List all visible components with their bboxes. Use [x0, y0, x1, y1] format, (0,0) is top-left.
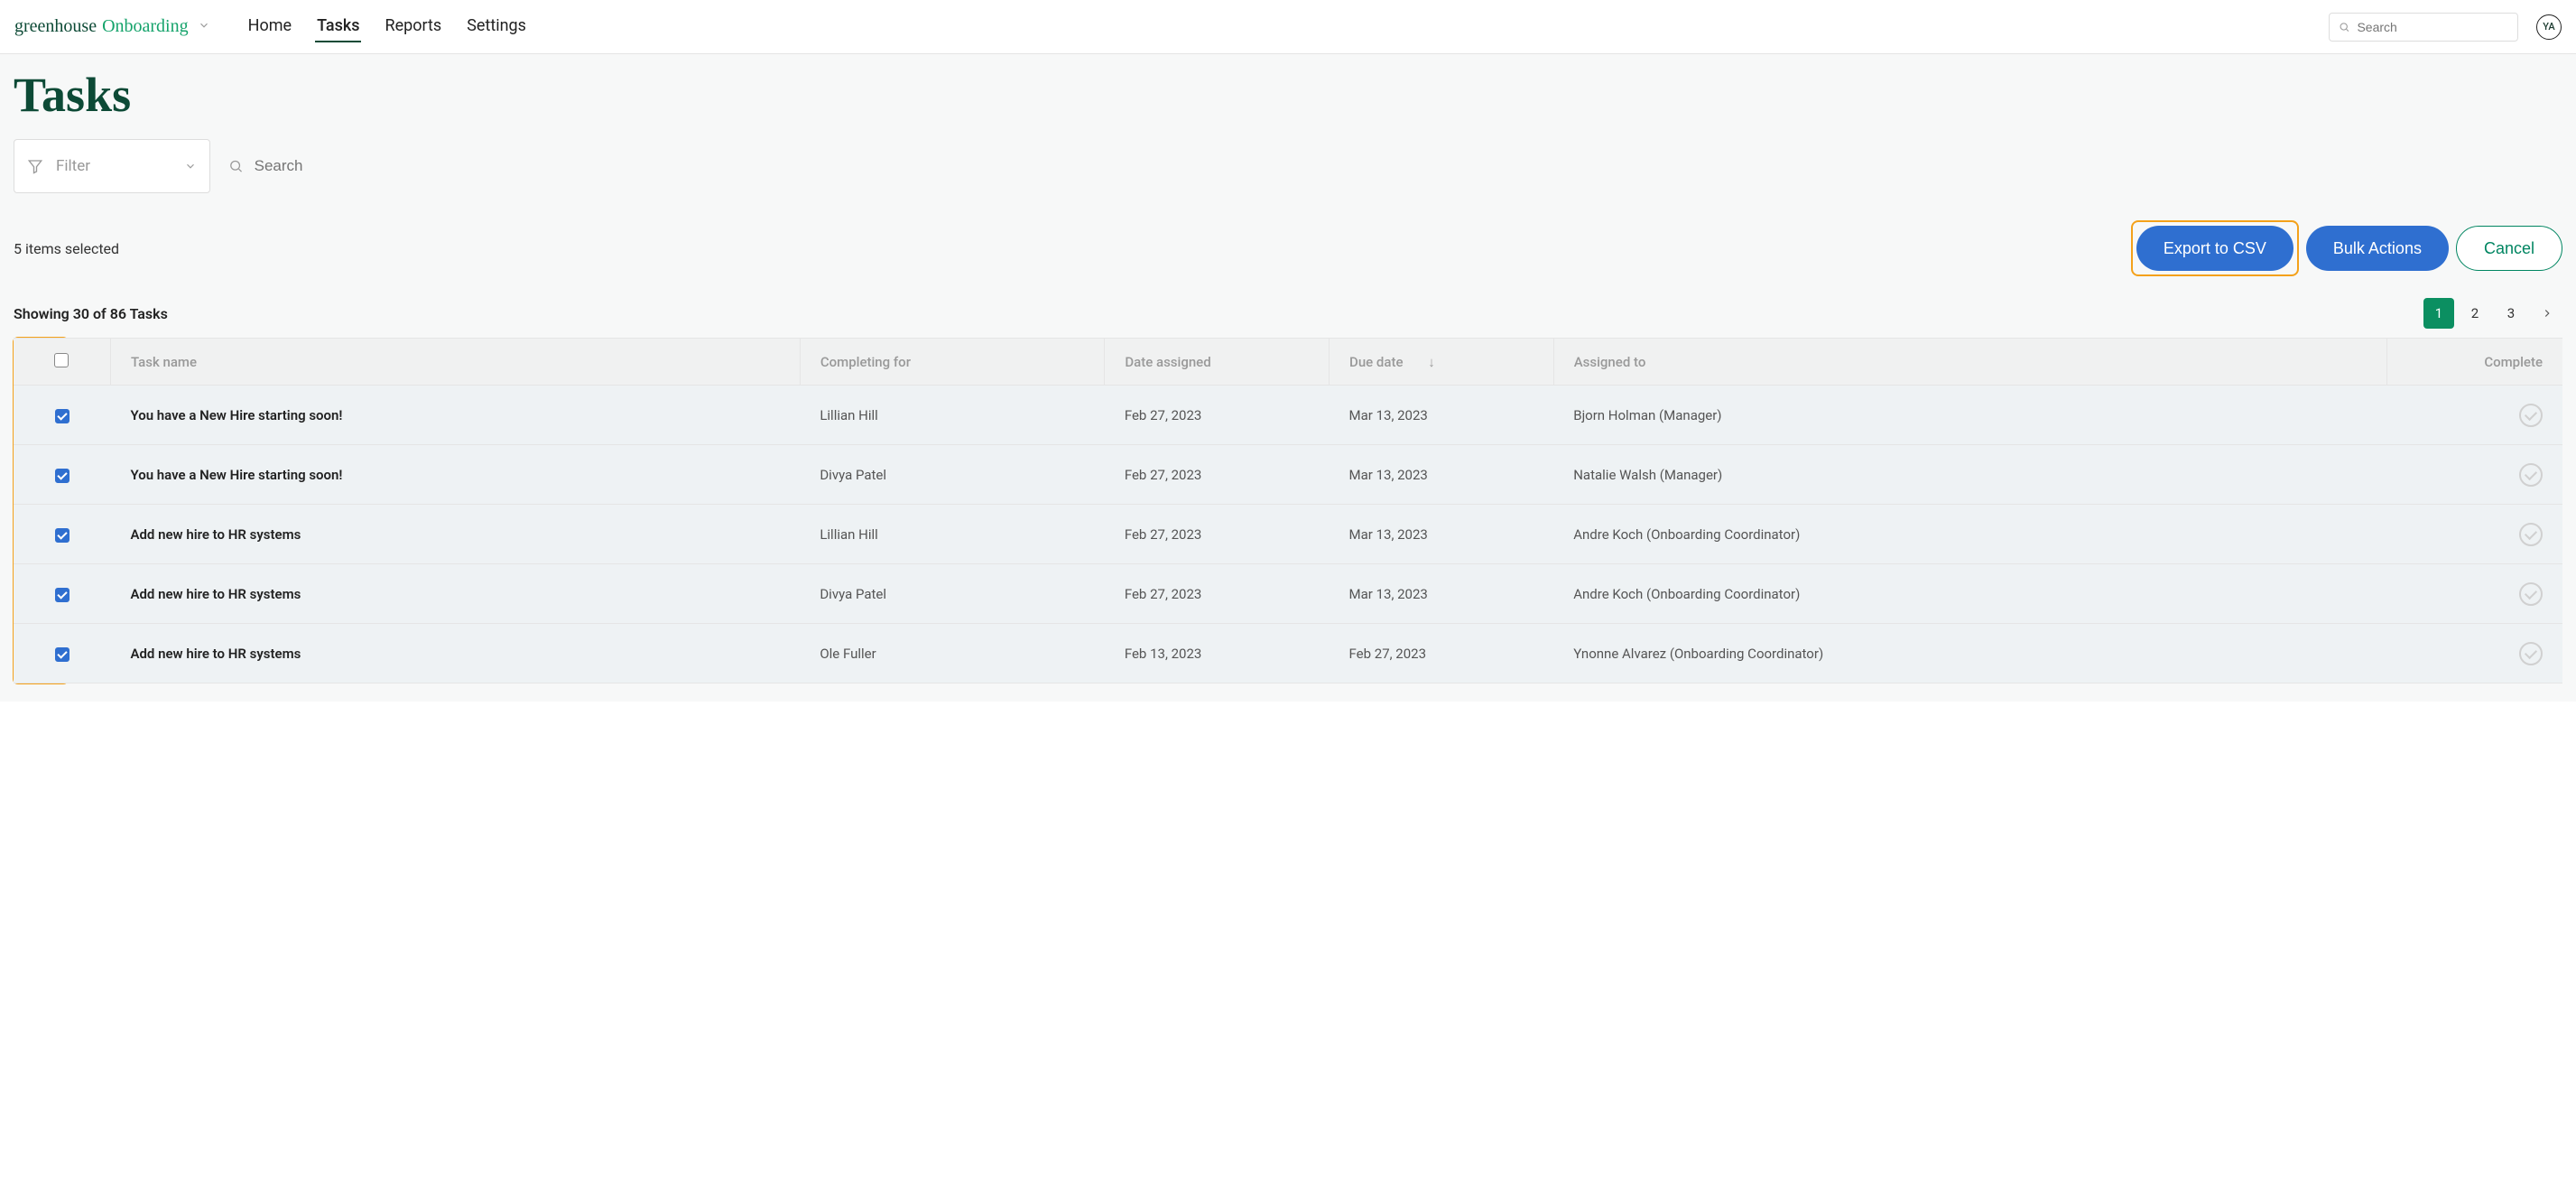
cell-completing-for: Ole Fuller: [800, 624, 1105, 683]
action-buttons: Export to CSV Bulk Actions Cancel: [2131, 220, 2562, 276]
filter-row: Filter: [14, 139, 2562, 193]
chevron-down-icon: [198, 19, 210, 32]
cell-assigned-to: Natalie Walsh (Manager): [1553, 445, 2387, 505]
cell-date-assigned: Feb 27, 2023: [1105, 386, 1330, 445]
export-csv-button[interactable]: Export to CSV: [2136, 226, 2293, 271]
chevron-down-icon: [184, 160, 197, 172]
table-row: You have a New Hire starting soon! Lilli…: [14, 386, 2562, 445]
global-search[interactable]: [2329, 13, 2518, 42]
table-row: You have a New Hire starting soon! Divya…: [14, 445, 2562, 505]
brand-greenhouse: greenhouse: [14, 16, 97, 37]
action-row: 5 items selected Export to CSV Bulk Acti…: [14, 220, 2562, 276]
row-checkbox[interactable]: [55, 647, 69, 662]
cell-date-assigned: Feb 27, 2023: [1105, 505, 1330, 564]
cell-due-date: Mar 13, 2023: [1330, 386, 1554, 445]
cell-assigned-to: Ynonne Alvarez (Onboarding Coordinator): [1553, 624, 2387, 683]
table-row: Add new hire to HR systems Divya Patel F…: [14, 564, 2562, 624]
header-due-date-label: Due date: [1349, 354, 1403, 370]
cell-task-name[interactable]: You have a New Hire starting soon!: [110, 445, 800, 505]
cell-date-assigned: Feb 27, 2023: [1105, 445, 1330, 505]
nav-reports[interactable]: Reports: [383, 11, 443, 42]
cell-due-date: Mar 13, 2023: [1330, 505, 1554, 564]
sort-down-icon: ↓: [1428, 354, 1435, 370]
global-search-input[interactable]: [2357, 20, 2508, 34]
cell-completing-for: Divya Patel: [800, 445, 1105, 505]
nav-home[interactable]: Home: [246, 11, 293, 42]
page-2[interactable]: 2: [2460, 298, 2490, 329]
page: Tasks Filter 5 items selected Export to …: [0, 54, 2576, 702]
row-checkbox[interactable]: [55, 588, 69, 602]
cell-task-name[interactable]: You have a New Hire starting soon!: [110, 386, 800, 445]
filter-label: Filter: [56, 157, 175, 175]
table-wrap: Task name Completing for Date assigned D…: [14, 338, 2562, 683]
header-due-date[interactable]: Due date ↓: [1330, 339, 1554, 386]
search-icon: [228, 158, 244, 174]
items-selected-label: 5 items selected: [14, 240, 119, 257]
chevron-right-icon: [2541, 307, 2553, 320]
header-assigned-to[interactable]: Assigned to: [1553, 339, 2387, 386]
results-row: Showing 30 of 86 Tasks 1 2 3: [14, 298, 2562, 329]
table-row: Add new hire to HR systems Lillian Hill …: [14, 505, 2562, 564]
cell-assigned-to: Andre Koch (Onboarding Coordinator): [1553, 564, 2387, 624]
cell-completing-for: Lillian Hill: [800, 386, 1105, 445]
showing-label: Showing 30 of 86 Tasks: [14, 305, 168, 322]
brand: greenhouse Onboarding: [14, 16, 210, 37]
row-checkbox[interactable]: [55, 409, 69, 423]
header-complete[interactable]: Complete: [2387, 339, 2562, 386]
cell-due-date: Feb 27, 2023: [1330, 624, 1554, 683]
brand-switcher-caret[interactable]: [198, 16, 210, 37]
complete-toggle[interactable]: [2519, 523, 2543, 546]
table-row: Add new hire to HR systems Ole Fuller Fe…: [14, 624, 2562, 683]
row-checkbox[interactable]: [55, 528, 69, 543]
cell-date-assigned: Feb 27, 2023: [1105, 564, 1330, 624]
complete-toggle[interactable]: [2519, 463, 2543, 487]
cell-due-date: Mar 13, 2023: [1330, 445, 1554, 505]
cell-date-assigned: Feb 13, 2023: [1105, 624, 1330, 683]
complete-toggle[interactable]: [2519, 642, 2543, 665]
row-checkbox[interactable]: [55, 469, 69, 483]
select-all-checkbox[interactable]: [54, 353, 69, 367]
header-task-name[interactable]: Task name: [110, 339, 800, 386]
complete-toggle[interactable]: [2519, 582, 2543, 606]
brand-onboarding: Onboarding: [102, 16, 189, 37]
cell-assigned-to: Bjorn Holman (Manager): [1553, 386, 2387, 445]
table-header-row: Task name Completing for Date assigned D…: [14, 339, 2562, 386]
cell-due-date: Mar 13, 2023: [1330, 564, 1554, 624]
page-search-input[interactable]: [255, 157, 571, 175]
complete-toggle[interactable]: [2519, 404, 2543, 427]
top-nav: greenhouse Onboarding Home Tasks Reports…: [0, 0, 2576, 54]
cell-assigned-to: Andre Koch (Onboarding Coordinator): [1553, 505, 2387, 564]
page-3[interactable]: 3: [2496, 298, 2526, 329]
cell-task-name[interactable]: Add new hire to HR systems: [110, 505, 800, 564]
export-highlight: Export to CSV: [2131, 220, 2299, 276]
filter-icon: [27, 158, 43, 174]
cell-completing-for: Divya Patel: [800, 564, 1105, 624]
nav-settings[interactable]: Settings: [465, 11, 528, 42]
search-icon: [2339, 21, 2349, 33]
filter-dropdown[interactable]: Filter: [14, 139, 210, 193]
cell-completing-for: Lillian Hill: [800, 505, 1105, 564]
page-search[interactable]: [219, 139, 580, 193]
page-1[interactable]: 1: [2423, 298, 2454, 329]
bulk-actions-button[interactable]: Bulk Actions: [2306, 226, 2449, 271]
header-checkbox-cell: [14, 339, 110, 386]
tasks-table: Task name Completing for Date assigned D…: [14, 338, 2562, 683]
pagination: 1 2 3: [2423, 298, 2562, 329]
header-date-assigned[interactable]: Date assigned: [1105, 339, 1330, 386]
cell-task-name[interactable]: Add new hire to HR systems: [110, 624, 800, 683]
cancel-button[interactable]: Cancel: [2456, 226, 2562, 271]
topnav-links: Home Tasks Reports Settings: [246, 11, 528, 42]
header-completing-for[interactable]: Completing for: [800, 339, 1105, 386]
page-next[interactable]: [2532, 298, 2562, 329]
page-title: Tasks: [14, 67, 2562, 123]
nav-tasks[interactable]: Tasks: [315, 11, 361, 42]
avatar[interactable]: YA: [2536, 14, 2562, 40]
cell-task-name[interactable]: Add new hire to HR systems: [110, 564, 800, 624]
